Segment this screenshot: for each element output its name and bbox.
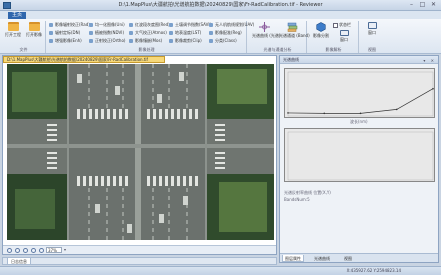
open-project-button[interactable]: 打开工程 — [3, 22, 23, 44]
document-tab[interactable]: D:\1.MapPlus\大疆航拍\光谱航拍数据\20240829\国家\Fr-… — [3, 56, 165, 63]
menu-bar: 主页 — [0, 11, 441, 19]
zoom-in-icon[interactable] — [7, 248, 12, 253]
processing-button-1-2[interactable]: 正射校正(Ortho) — [89, 38, 125, 44]
group-label-analysis: 影像解析 — [325, 47, 342, 52]
document-tab-title: D:\1.MapPlus\大疆航拍\光谱航拍数据\20240829\国家\Fr-… — [7, 57, 148, 62]
zoom-toolbar: 37% ▾ — [3, 245, 276, 254]
segmentation-button[interactable]: 影像分割 — [311, 22, 331, 44]
processing-button-3-2[interactable]: 影像裁剪(Clip) — [169, 38, 202, 44]
image-canvas[interactable] — [7, 64, 274, 240]
processing-button-0-1[interactable]: 辐射定标(DN) — [49, 30, 80, 36]
group-label-tools: 光谱与通道分析 — [263, 47, 292, 52]
info-line-position: 光谱反射率曲线 位置(X,Y) — [284, 190, 331, 195]
window-label: 窗口 — [340, 37, 348, 42]
tab-spectral-curve[interactable]: 光谱曲线 — [312, 255, 332, 262]
title-bar: D:\1.MapPlus\大疆航拍\光谱航拍数据\20240829\国家\Fr-… — [0, 0, 441, 11]
view-window-label: 窗口 — [368, 30, 376, 35]
chevron-down-icon[interactable]: ▾ — [64, 247, 66, 252]
window-icon — [367, 22, 377, 29]
processing-button-2-1[interactable]: 大气校正(Atmos) — [129, 30, 167, 36]
maximize-button[interactable]: □ — [418, 1, 427, 9]
layers-icon — [287, 22, 297, 32]
ribbon-group-file: 打开工程 打开影像 文件 — [2, 21, 46, 53]
window-icon — [339, 30, 349, 36]
processing-button-2-2[interactable]: 影像镶嵌(Mos) — [129, 38, 162, 44]
spectral-point-0-0 — [287, 112, 289, 114]
chart-plot-frame — [287, 71, 434, 117]
ribbon-group-processing: 影像辐射校正(Rad) 辐射定标(DN) 增强影像(Enh) 均一化图像(Uni) 植被… — [47, 21, 254, 53]
processing-button-3-1[interactable]: 地表温度(LST) — [169, 30, 201, 36]
status-bar: X:435927.62 Y:2594823.14 — [0, 266, 441, 275]
window-controls: – □ ✕ — [407, 1, 438, 9]
spectral-chart-bottom-svg — [287, 131, 434, 181]
tab-layer-properties[interactable]: 图层属性 — [282, 255, 304, 262]
view-window-button[interactable]: 窗口 — [362, 22, 382, 44]
processing-button-1-0[interactable]: 均一化图像(Uni) — [89, 22, 125, 28]
log-panel: 日志信息 — [2, 257, 277, 265]
image-viewer: D:\1.MapPlus\大疆航拍\光谱航拍数据\20240829\国家\Fr-… — [2, 55, 277, 255]
minimize-button[interactable]: – — [407, 1, 416, 9]
info-line-bands: BandsNum:5 — [284, 197, 310, 202]
panel-tab-bar: 图层属性 光谱曲线 视图 — [280, 253, 438, 262]
processing-button-2-0[interactable]: 红波段灰度图(Red) — [129, 22, 170, 28]
spectral-band-button[interactable]: 光谱通道 (Band) — [279, 22, 310, 44]
chart-top-xlabel: 波长(nm) — [350, 119, 368, 124]
processing-button-0-0[interactable]: 影像辐射校正(Rad) — [49, 22, 90, 28]
processing-button-0-2[interactable]: 增强影像(Enh) — [49, 38, 82, 44]
window-title: D:\1.MapPlus\大疆航拍\光谱航拍数据\20240829\国家\Fr-… — [118, 2, 323, 8]
open-project-label: 打开工程 — [5, 32, 21, 37]
status-coordinates: X:435927.62 Y:2594823.14 — [346, 268, 401, 273]
group-label-processing: 影像处理 — [138, 47, 155, 52]
statusbar-checkbox[interactable]: 状态栏 — [333, 22, 351, 28]
close-button[interactable]: ✕ — [429, 1, 438, 9]
spectral-point-0-3 — [395, 108, 398, 111]
processing-button-4-1[interactable]: 影像配准(Reg) — [209, 30, 242, 36]
zoom-level-input[interactable]: 37% — [46, 247, 62, 253]
open-image-button[interactable]: 打开影像 — [24, 22, 44, 44]
spectral-point-0-1 — [323, 112, 326, 115]
ribbon-group-analysis: 影像分割 状态栏 窗口 影像解析 — [309, 21, 359, 53]
folder-icon — [7, 22, 19, 31]
tab-log[interactable]: 日志信息 — [7, 258, 31, 265]
hexagon-icon — [316, 22, 326, 32]
processing-button-4-0[interactable]: 无人机航线规划(UAV) — [209, 22, 254, 28]
ribbon: 打开工程 打开影像 文件 影像辐射校正(Rad) 辐射定标(DN) 增强影像(Enh… — [0, 19, 441, 54]
group-label-view: 视图 — [368, 47, 376, 52]
chart-plot-frame — [287, 131, 434, 181]
spectral-chart-top — [284, 68, 435, 118]
spectral-series-line-0 — [287, 88, 434, 114]
pan-icon[interactable] — [23, 248, 28, 253]
spectral-panel: 光谱曲线 ▾ ✕ 波长(nm) 光谱反射率曲线 位置(X,Y) BandsNum… — [279, 55, 439, 263]
spectral-chart-bottom — [284, 128, 435, 182]
spectral-curve-label: 光谱曲线 (光谱) — [252, 33, 281, 38]
processing-button-3-0[interactable]: 土壤调节指数(SAVI) — [169, 22, 211, 28]
crosshair-icon — [258, 22, 270, 32]
menu-tab-home[interactable]: 主页 — [8, 12, 27, 19]
tab-view[interactable]: 视图 — [342, 255, 354, 262]
fit-extent-icon[interactable] — [31, 248, 36, 253]
app-window: D:\1.MapPlus\大疆航拍\光谱航拍数据\20240829\国家\Fr-… — [0, 0, 441, 275]
spectral-panel-header: 光谱曲线 ▾ ✕ — [280, 56, 438, 64]
processing-button-1-1[interactable]: 植被指数(NDVI) — [89, 30, 124, 36]
panel-controls[interactable]: ▾ ✕ — [423, 57, 436, 65]
spectral-panel-title: 光谱曲线 — [283, 57, 299, 62]
open-image-label: 打开影像 — [26, 32, 42, 37]
processing-button-4-2[interactable]: 分类(Class) — [209, 38, 237, 44]
spectral-band-label: 光谱通道 (Band) — [279, 33, 310, 38]
group-label-file: 文件 — [19, 47, 28, 52]
ribbon-group-view: 窗口 视图 — [361, 21, 383, 53]
spectral-point-0-4 — [432, 87, 434, 90]
zoom-out-icon[interactable] — [15, 248, 20, 253]
spectral-chart-top-svg — [287, 71, 434, 117]
folder-icon — [28, 22, 40, 31]
segmentation-label: 影像分割 — [313, 33, 329, 38]
ribbon-group-tools: 光谱曲线 (光谱) 光谱通道 (Band) 光谱与通道分析 — [249, 21, 310, 53]
spectral-point-0-2 — [359, 112, 362, 115]
aerial-image — [7, 64, 274, 240]
spectral-curve-button[interactable]: 光谱曲线 (光谱) — [252, 22, 281, 44]
actual-size-icon[interactable] — [39, 248, 44, 253]
